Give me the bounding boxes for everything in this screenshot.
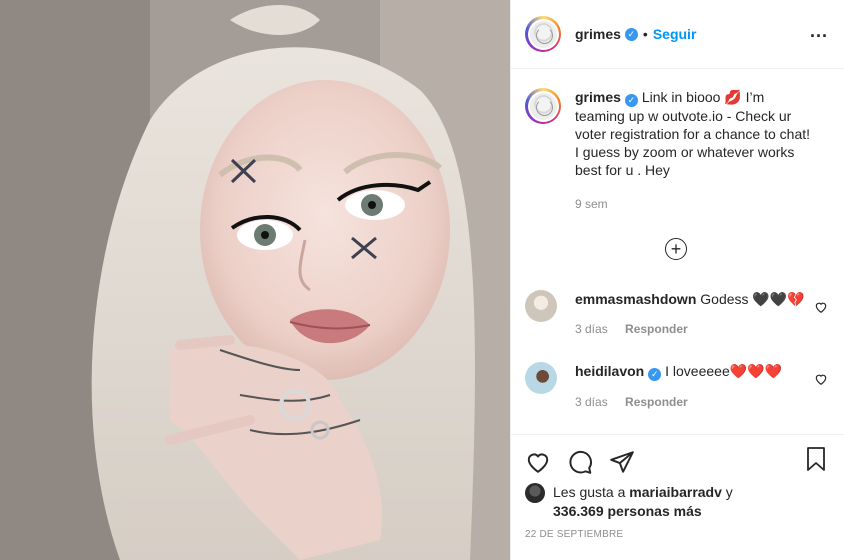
reply-button[interactable]: Responder bbox=[625, 395, 688, 409]
caption: grimes ✓ Link in biooo 💋 I’m teaming up w… bbox=[511, 70, 844, 213]
likes-connector: y bbox=[725, 484, 733, 500]
verified-badge-icon: ✓ bbox=[624, 93, 638, 107]
portrait-image bbox=[0, 0, 510, 560]
likes-count[interactable]: 336.369 personas más bbox=[553, 503, 702, 519]
more-options-icon[interactable]: ... bbox=[810, 22, 828, 40]
paper-plane-icon[interactable] bbox=[609, 449, 635, 475]
caption-username[interactable]: grimes bbox=[575, 89, 621, 105]
post-side-panel: grimes ✓ • Seguir ... grimes ✓ Link in bi… bbox=[510, 0, 844, 560]
comment-text: Godess 🖤🖤💔 bbox=[700, 291, 805, 307]
bookmark-icon[interactable] bbox=[804, 446, 828, 472]
likes-prefix: Les gusta a bbox=[553, 484, 626, 500]
post-date[interactable]: 22 DE SEPTIEMBRE bbox=[511, 521, 844, 540]
author-avatar[interactable] bbox=[525, 16, 561, 52]
post-photo[interactable] bbox=[0, 0, 510, 560]
comment-time[interactable]: 3 días bbox=[575, 395, 608, 409]
comments-section[interactable]: grimes ✓ Link in biooo 💋 I’m teaming up w… bbox=[511, 70, 844, 434]
post-header: grimes ✓ • Seguir ... bbox=[511, 0, 844, 69]
reply-button[interactable]: Responder bbox=[625, 322, 688, 336]
comment-text: I loveeeee❤️❤️❤️ bbox=[665, 363, 783, 379]
comment-time[interactable]: 3 días bbox=[575, 322, 608, 336]
verified-badge-icon: ✓ bbox=[624, 27, 638, 41]
commenter-avatar[interactable] bbox=[525, 290, 557, 322]
caption-time[interactable]: 9 sem bbox=[575, 195, 815, 213]
follow-button[interactable]: Seguir bbox=[653, 26, 697, 42]
commenter-avatar[interactable] bbox=[525, 362, 557, 394]
liker-avatar[interactable] bbox=[525, 483, 545, 503]
likes-summary: Les gusta a mariaibarradv y 336.369 pers… bbox=[511, 479, 844, 521]
separator-dot: • bbox=[642, 26, 648, 42]
author-username[interactable]: grimes bbox=[575, 26, 621, 42]
commenter-username[interactable]: heidilavon bbox=[575, 363, 644, 379]
caption-avatar[interactable] bbox=[525, 88, 561, 124]
comment-item: emmasmashdown Godess 🖤🖤💔 3 días Responde… bbox=[525, 290, 830, 336]
verified-badge-icon: ✓ bbox=[648, 367, 662, 381]
post-actions: Les gusta a mariaibarradv y 336.369 pers… bbox=[511, 434, 844, 560]
heart-icon[interactable] bbox=[525, 449, 551, 475]
comment-bubble-icon[interactable] bbox=[567, 449, 593, 475]
comment-like-heart-icon[interactable] bbox=[814, 300, 828, 314]
commenter-username[interactable]: emmasmashdown bbox=[575, 291, 696, 307]
liker-username[interactable]: mariaibarradv bbox=[629, 484, 722, 500]
load-more-comments-button[interactable]: + bbox=[665, 238, 687, 260]
comment-like-heart-icon[interactable] bbox=[814, 372, 828, 386]
comment-item: heidilavon ✓ I loveeeee❤️❤️❤️ 3 días Resp… bbox=[525, 362, 830, 409]
